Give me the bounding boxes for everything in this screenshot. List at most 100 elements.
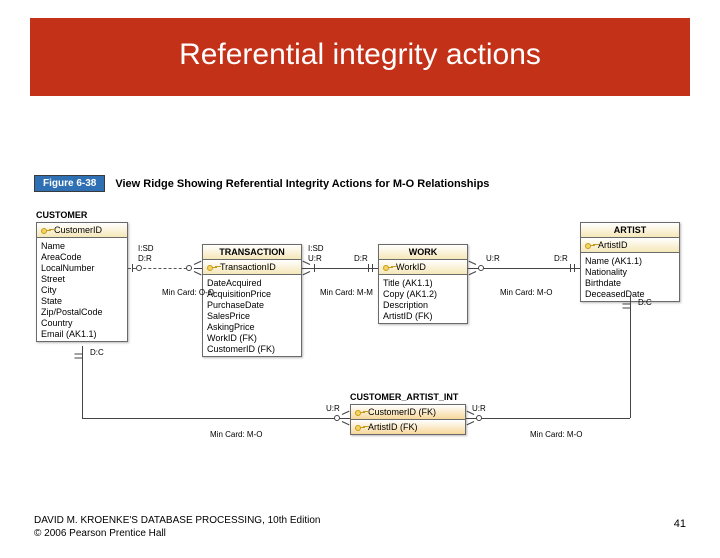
pk-text: ArtistID (FK)	[368, 422, 418, 432]
artist-fields: Name (AK1.1) Nationality Birthdate Decea…	[581, 253, 679, 301]
cardinality-tick	[314, 264, 315, 272]
cardinality-tick	[623, 304, 631, 305]
field: Description	[383, 299, 463, 310]
work-pk: WorkID	[379, 260, 467, 275]
field: SalesPrice	[207, 310, 297, 321]
field: LocalNumber	[41, 262, 123, 273]
work-fields: Title (AK1.1) Copy (AK1.2) Description A…	[379, 275, 467, 323]
pk-text: CustomerID	[54, 225, 102, 235]
field: Nationality	[585, 266, 675, 277]
connector-line	[466, 418, 630, 419]
crowfoot-icon	[342, 414, 350, 422]
cardinality-tick	[368, 264, 369, 272]
ri-label: D:C	[638, 298, 652, 307]
ri-label: U:R	[486, 254, 500, 263]
field: Email (AK1.1)	[41, 328, 123, 339]
pk-text: CustomerID (FK)	[368, 407, 436, 417]
optional-circle	[186, 265, 192, 271]
pk-text: WorkID	[396, 262, 426, 272]
field: AcquisitionPrice	[207, 288, 297, 299]
customer-pk: CustomerID	[37, 223, 127, 238]
cai-pk2: ArtistID (FK)	[351, 420, 465, 434]
field: WorkID (FK)	[207, 332, 297, 343]
cardinality-tick	[574, 264, 575, 272]
optional-circle	[334, 415, 340, 421]
key-icon	[585, 242, 595, 248]
field: PurchaseDate	[207, 299, 297, 310]
field: AreaCode	[41, 251, 123, 262]
transaction-fields: DateAcquired AcquisitionPrice PurchaseDa…	[203, 275, 301, 356]
field: AskingPrice	[207, 321, 297, 332]
pk-text: TransactionID	[220, 262, 276, 272]
field: City	[41, 284, 123, 295]
field: Zip/PostalCode	[41, 306, 123, 317]
page-number: 41	[674, 518, 686, 530]
cardinality-tick	[75, 354, 83, 355]
cardinality-label: Min Card: M-O	[210, 430, 262, 439]
ri-label: D:R	[554, 254, 568, 263]
ri-label: U:R	[472, 404, 486, 413]
footer: DAVID M. KROENKE'S DATABASE PROCESSING, …	[34, 514, 320, 540]
crowfoot-icon	[194, 264, 202, 272]
ri-label: U:R	[326, 404, 340, 413]
footer-line1: DAVID M. KROENKE'S DATABASE PROCESSING, …	[34, 514, 320, 527]
er-diagram: CUSTOMER CustomerID Name AreaCode LocalN…	[30, 198, 700, 468]
key-icon	[355, 409, 365, 415]
cai-title: CUSTOMER_ARTIST_INT	[350, 392, 458, 402]
cardinality-label: Min Card: M-O	[530, 430, 582, 439]
artist-pk: ArtistID	[581, 238, 679, 253]
cardinality-tick	[372, 264, 373, 272]
key-icon	[355, 424, 365, 430]
cardinality-label: Min Card: M-O	[500, 288, 552, 297]
slide-title: Referential integrity actions	[30, 18, 690, 96]
field: Street	[41, 273, 123, 284]
field: Birthdate	[585, 277, 675, 288]
transaction-title: TRANSACTION	[203, 245, 301, 260]
ri-label: U:R	[308, 254, 322, 263]
pk-text: ArtistID	[598, 240, 628, 250]
ri-label: D:C	[90, 348, 104, 357]
field: CustomerID (FK)	[207, 343, 297, 354]
ri-label: D:R	[138, 254, 152, 263]
entity-customer: CustomerID Name AreaCode LocalNumber Str…	[36, 222, 128, 342]
optional-circle	[136, 265, 142, 271]
field: State	[41, 295, 123, 306]
key-icon	[207, 264, 217, 270]
entity-artist: ARTIST ArtistID Name (AK1.1) Nationality…	[580, 222, 680, 302]
cardinality-tick	[132, 264, 133, 272]
transaction-pk: TransactionID	[203, 260, 301, 275]
field: Copy (AK1.2)	[383, 288, 463, 299]
field: Country	[41, 317, 123, 328]
figure-header: Figure 6-38 View Ridge Showing Referenti…	[34, 175, 489, 192]
key-icon	[383, 264, 393, 270]
field: Title (AK1.1)	[383, 277, 463, 288]
cai-pk1: CustomerID (FK)	[351, 405, 465, 420]
cardinality-label: Min Card: M-M	[320, 288, 373, 297]
connector-line	[82, 418, 350, 419]
key-icon	[41, 227, 51, 233]
artist-title: ARTIST	[581, 223, 679, 238]
optional-circle	[476, 415, 482, 421]
entity-customer-artist-int: CustomerID (FK) ArtistID (FK)	[350, 404, 466, 435]
cardinality-label: Min Card: O-O	[162, 288, 214, 297]
crowfoot-icon	[468, 264, 476, 272]
connector-line	[630, 296, 631, 418]
customer-title: CUSTOMER	[36, 210, 87, 220]
footer-line2: © 2006 Pearson Prentice Hall	[34, 527, 320, 540]
field: Name (AK1.1)	[585, 255, 675, 266]
cardinality-tick	[75, 358, 83, 359]
cardinality-tick	[570, 264, 571, 272]
entity-transaction: TRANSACTION TransactionID DateAcquired A…	[202, 244, 302, 357]
figure-badge: Figure 6-38	[34, 175, 105, 192]
entity-work: WORK WorkID Title (AK1.1) Copy (AK1.2) D…	[378, 244, 468, 324]
field: ArtistID (FK)	[383, 310, 463, 321]
ri-label: D:R	[354, 254, 368, 263]
customer-fields: Name AreaCode LocalNumber Street City St…	[37, 238, 127, 341]
connector-line	[468, 268, 580, 269]
crowfoot-icon	[466, 414, 474, 422]
field: DateAcquired	[207, 277, 297, 288]
ri-label: I:SD	[308, 244, 324, 253]
work-title: WORK	[379, 245, 467, 260]
field: Name	[41, 240, 123, 251]
figure-caption: View Ridge Showing Referential Integrity…	[115, 178, 489, 190]
